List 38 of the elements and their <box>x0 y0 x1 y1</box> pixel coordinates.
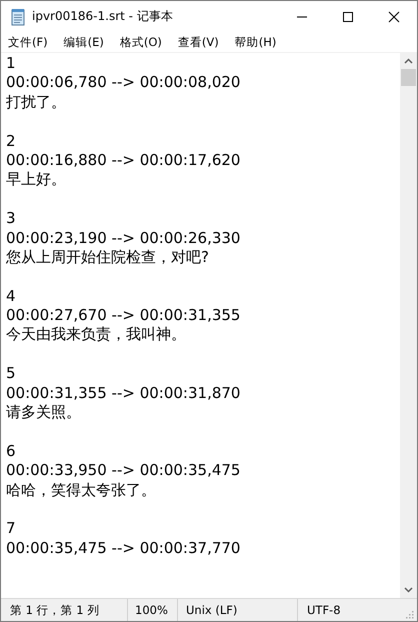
subtitle-index: 4 <box>6 286 17 306</box>
maximize-icon <box>342 10 354 22</box>
subtitle-text: 哈哈，笑得太夸张了。 <box>6 480 157 500</box>
subtitle-index: 3 <box>6 209 17 229</box>
subtitle-timecode: 00:00:27,670 --> 00:00:31,355 <box>6 306 242 326</box>
menu-item[interactable]: 格式(O) <box>114 34 167 50</box>
resize-grip-icon[interactable] <box>404 609 414 619</box>
subtitle-index: 6 <box>6 442 17 462</box>
subtitle-index: 2 <box>6 132 17 151</box>
subtitle-index: 7 <box>6 519 17 539</box>
subtitle-timecode: 00:00:23,190 --> 00:00:26,330 <box>6 228 242 248</box>
subtitle-index: 5 <box>6 364 17 384</box>
subtitle-index: 1 <box>6 54 17 74</box>
status-text: Unix (LF) <box>178 599 298 621</box>
subtitle-timecode: 00:00:31,355 --> 00:00:31,870 <box>6 384 242 404</box>
close-icon <box>388 10 400 22</box>
subtitle-timecode: 00:00:16,880 --> 00:00:17,620 <box>6 150 242 170</box>
subtitle-timecode: 00:00:33,950 --> 00:00:35,475 <box>6 461 242 481</box>
menu-item[interactable]: 查看(V) <box>172 34 224 50</box>
subtitle-text: 您从上周开始住院检查，对吧? <box>6 248 210 268</box>
subtitle-text: 今天由我来负责，我叫神。 <box>6 325 187 345</box>
scroll-down-icon[interactable] <box>404 587 413 593</box>
status-text: 100% <box>128 599 178 621</box>
subtitle-timecode: 00:00:06,780 --> 00:00:08,020 <box>6 73 242 93</box>
scrollbar-thumb[interactable] <box>401 69 416 86</box>
window-title: ipvr00186-1.srt - 记事本 <box>32 8 174 25</box>
subtitle-text: 请多关照。 <box>6 403 82 422</box>
status-text: UTF-8 <box>306 602 342 619</box>
subtitle-text: 打扰了。 <box>6 92 67 112</box>
menu-item[interactable]: 帮助(H) <box>230 34 282 50</box>
scroll-up-icon[interactable] <box>404 58 413 64</box>
menu-item[interactable]: 文件(F) <box>3 34 53 50</box>
menu-item[interactable]: 编辑(E) <box>58 34 109 50</box>
subtitle-text: 早上好。 <box>6 170 67 190</box>
subtitle-timecode: 00:00:35,475 --> 00:00:37,770 <box>6 538 242 558</box>
status-text: 第 1 行，第 1 列 <box>1 599 128 621</box>
scrollbar[interactable] <box>400 53 417 598</box>
notepad-icon <box>10 8 26 26</box>
